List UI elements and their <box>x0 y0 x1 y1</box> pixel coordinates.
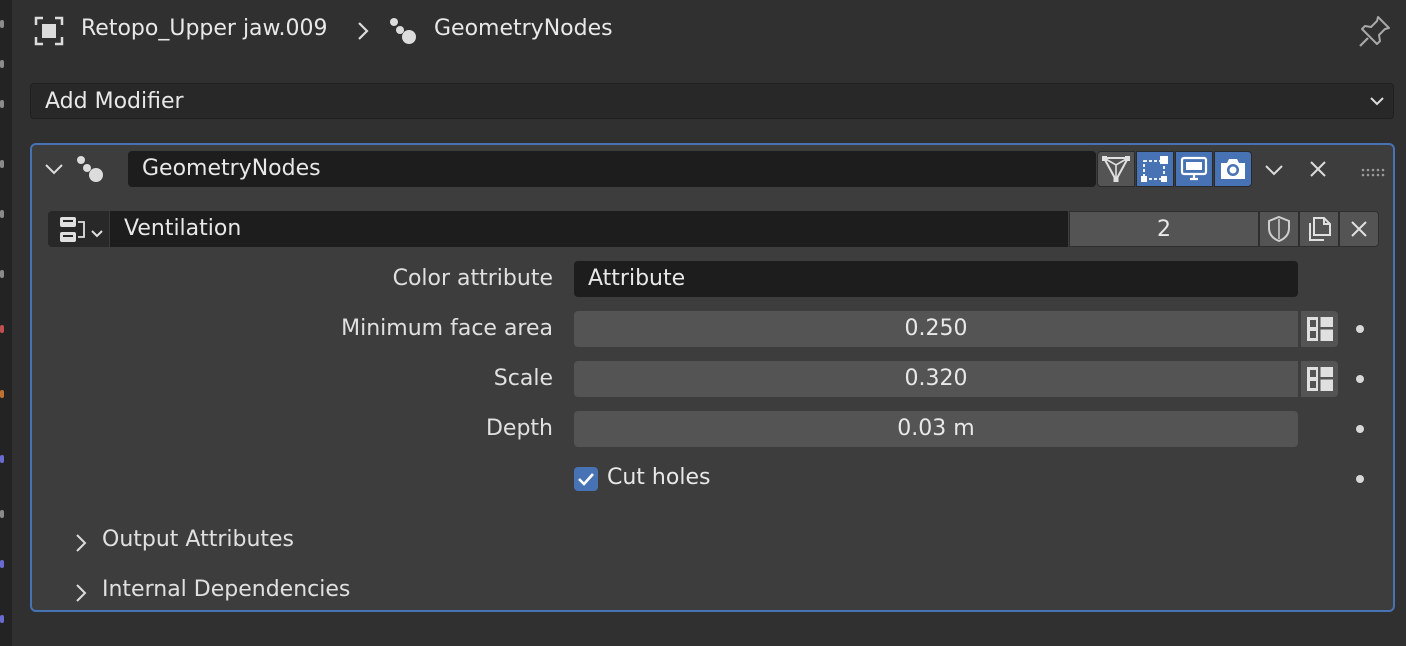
min-face-area-field[interactable]: 0.250 <box>574 311 1298 347</box>
depth-field[interactable]: 0.03 m <box>574 411 1298 447</box>
render-camera-icon <box>1221 159 1245 179</box>
geometry-nodes-icon <box>387 15 419 51</box>
subpanel-label: Internal Dependencies <box>102 577 351 602</box>
min-face-area-value: 0.250 <box>904 316 968 341</box>
spreadsheet-icon <box>1306 317 1333 341</box>
strip-marker <box>0 60 4 68</box>
chevron-right-icon <box>74 583 88 609</box>
close-icon <box>1351 221 1367 237</box>
add-modifier-dropdown[interactable]: Add Modifier <box>30 83 1394 119</box>
edit-mode-icon <box>1141 156 1168 182</box>
left-editor-strip <box>0 0 12 646</box>
object-bounds-icon <box>34 16 64 50</box>
pin-icon[interactable] <box>1358 14 1392 52</box>
users-count-text: 2 <box>1157 217 1171 242</box>
duplicate-icon <box>1309 217 1331 241</box>
strip-marker <box>0 210 4 218</box>
depth-label: Depth <box>485 416 553 441</box>
color-attribute-label: Color attribute <box>392 266 553 291</box>
properties-header: Retopo_Upper jaw.009 GeometryNodes <box>12 0 1406 62</box>
edit-mode-toggle[interactable] <box>1136 151 1174 187</box>
geometry-nodes-modifier-panel: GeometryNodes Ventilation 2 Color attrib… <box>30 143 1395 612</box>
geometry-nodes-icon <box>74 153 106 189</box>
modifier-name-field[interactable]: GeometryNodes <box>128 151 1096 187</box>
viewport-display-icon <box>1180 156 1208 181</box>
render-toggle[interactable] <box>1214 151 1252 187</box>
modifier-name-text: GeometryNodes <box>142 156 321 181</box>
color-attribute-field[interactable]: Attribute <box>574 261 1298 297</box>
input-attribute-toggle[interactable] <box>1300 361 1338 397</box>
collapse-chevron-icon[interactable] <box>44 161 64 180</box>
strip-marker <box>0 270 4 278</box>
min-face-area-label: Minimum face area <box>341 316 553 341</box>
depth-value: 0.03 m <box>897 416 975 441</box>
edit-cage-icon <box>1102 156 1130 183</box>
strip-marker <box>0 100 4 108</box>
object-name[interactable]: Retopo_Upper jaw.009 <box>81 16 328 41</box>
fake-user-button[interactable] <box>1259 211 1299 247</box>
chevron-right-icon <box>74 533 88 559</box>
cut-holes-label[interactable]: Cut holes <box>607 465 710 490</box>
node-group-name-field[interactable]: Ventilation <box>110 211 1068 247</box>
close-icon[interactable] <box>1308 159 1328 183</box>
keyframe-dot[interactable] <box>1356 375 1364 383</box>
node-group-browse-button[interactable] <box>48 211 110 247</box>
keyframe-dot[interactable] <box>1356 325 1364 333</box>
edit-cage-toggle[interactable] <box>1097 151 1135 187</box>
modifier-breadcrumb[interactable]: GeometryNodes <box>434 16 613 41</box>
strip-marker <box>0 390 4 398</box>
spreadsheet-icon <box>1306 367 1333 391</box>
viewport-display-toggle[interactable] <box>1175 151 1213 187</box>
strip-marker <box>0 615 4 623</box>
unlink-button[interactable] <box>1339 211 1379 247</box>
keyframe-dot[interactable] <box>1356 475 1364 483</box>
scale-label: Scale <box>493 366 553 391</box>
node-group-users-count[interactable]: 2 <box>1069 211 1259 247</box>
chevron-right-icon <box>356 21 370 45</box>
strip-marker <box>0 510 4 518</box>
node-group-name: Ventilation <box>124 216 242 241</box>
drag-handle-icon[interactable] <box>1361 163 1385 182</box>
chevron-down-icon <box>90 224 104 243</box>
strip-marker <box>0 455 4 463</box>
strip-marker <box>0 160 4 168</box>
add-modifier-label: Add Modifier <box>45 89 184 114</box>
node-group-selector: Ventilation 2 <box>48 211 1379 247</box>
chevron-down-icon <box>1369 93 1385 113</box>
input-attribute-toggle[interactable] <box>1300 311 1338 347</box>
scale-field[interactable]: 0.320 <box>574 361 1298 397</box>
scale-value: 0.320 <box>904 366 968 391</box>
color-attribute-value: Attribute <box>588 266 686 291</box>
checkmark-icon <box>578 473 594 486</box>
keyframe-dot[interactable] <box>1356 425 1364 433</box>
strip-marker <box>0 20 4 28</box>
strip-marker <box>0 560 4 568</box>
node-tree-icon <box>58 215 88 249</box>
strip-marker <box>0 325 4 333</box>
cut-holes-checkbox[interactable] <box>574 467 598 491</box>
shield-icon <box>1268 215 1290 243</box>
duplicate-button[interactable] <box>1299 211 1339 247</box>
modifier-menu-chevron-icon[interactable] <box>1264 162 1284 181</box>
subpanel-label: Output Attributes <box>102 527 295 552</box>
